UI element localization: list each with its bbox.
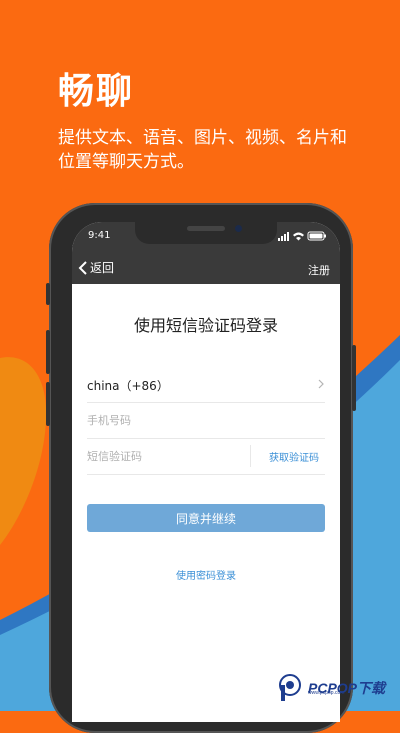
promo-description: 提供文本、语音、图片、视频、名片和位置等聊天方式。: [58, 128, 347, 172]
code-row: 获取验证码: [87, 439, 325, 475]
phone-side-button: [46, 330, 50, 374]
phone-row: [87, 403, 325, 439]
chevron-right-icon: [318, 379, 324, 389]
wifi-icon: [293, 232, 304, 241]
phone-side-button: [46, 283, 50, 305]
chevron-left-icon: [78, 260, 87, 275]
speaker: [187, 226, 225, 231]
country-selector[interactable]: china（+86）: [87, 367, 325, 403]
sms-code-input[interactable]: [87, 445, 237, 467]
agree-continue-button[interactable]: 同意并继续: [87, 504, 325, 532]
get-code-button[interactable]: 获取验证码: [269, 449, 319, 464]
signal-icon: [278, 238, 280, 241]
country-code-value: china（+86）: [87, 379, 169, 393]
camera-dot: [235, 225, 242, 232]
back-button[interactable]: 返回: [78, 259, 114, 276]
watermark-sub: www.pcpop.com: [308, 690, 345, 696]
app-header: 9:41 返回 注册: [72, 222, 340, 284]
phone-number-input[interactable]: [87, 409, 237, 431]
divider: [250, 445, 251, 467]
phone-screen: 9:41 返回 注册 使用短信验证码登录 china（+86） 手机号码 短信验…: [72, 222, 340, 722]
watermark: PCPOP下载 www.pcpop.com: [276, 673, 385, 703]
status-icons: [278, 231, 326, 241]
phone-side-button: [46, 382, 50, 426]
login-title: 使用短信验证码登录: [133, 316, 278, 335]
password-login-link[interactable]: 使用密码登录: [72, 567, 340, 582]
phone-notch: [135, 222, 277, 244]
register-button[interactable]: 注册: [308, 262, 330, 278]
promo-title: 畅聊: [58, 71, 135, 112]
back-label: 返回: [90, 261, 115, 275]
status-time: 9:41: [88, 230, 111, 241]
pcpop-logo-icon: [278, 673, 302, 701]
phone-side-button: [352, 345, 356, 411]
